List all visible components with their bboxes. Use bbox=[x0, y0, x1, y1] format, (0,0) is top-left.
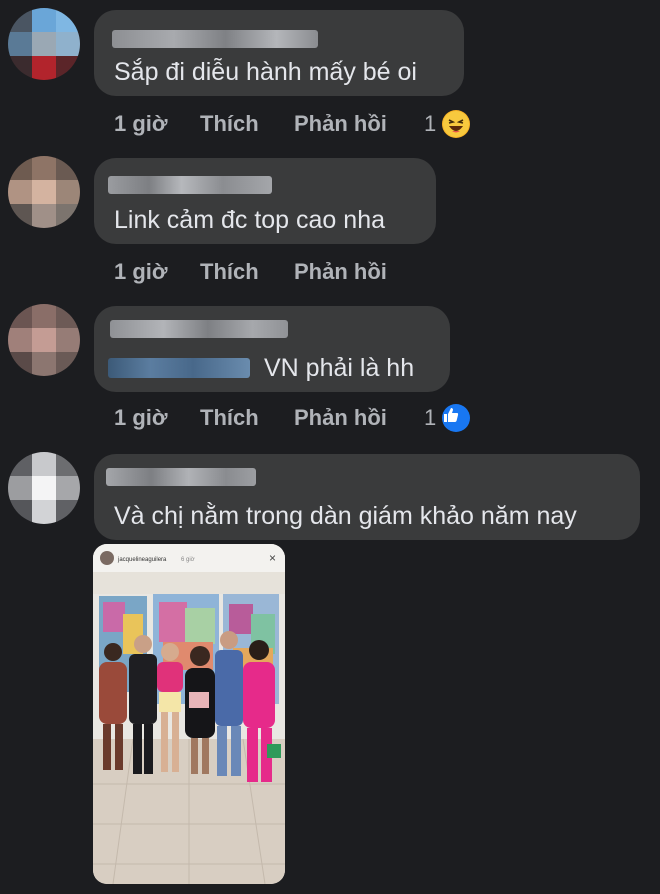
avatar[interactable] bbox=[8, 156, 80, 228]
svg-text:×: × bbox=[269, 551, 276, 565]
avatar[interactable] bbox=[8, 304, 80, 376]
comment-bubble: Và chị nằm trong dàn giám khảo năm nay bbox=[94, 454, 640, 540]
story-time: 6 giờ bbox=[181, 557, 195, 563]
like-button[interactable]: Thích bbox=[200, 259, 294, 285]
comment-text: Link cảm đc top cao nha bbox=[114, 206, 385, 234]
comment-actions: 1 giờ Thích Phản hồi bbox=[114, 256, 424, 288]
avatar[interactable] bbox=[8, 8, 80, 80]
comment-bubble: VN phải là hh bbox=[94, 306, 450, 392]
comment-time[interactable]: 1 giờ bbox=[114, 259, 200, 285]
comment-text: Và chị nằm trong dàn giám khảo năm nay bbox=[114, 502, 577, 530]
comment-bubble: Link cảm đc top cao nha bbox=[94, 158, 436, 244]
commenter-name-blurred[interactable] bbox=[108, 176, 272, 194]
reaction-count[interactable]: 1 bbox=[424, 405, 436, 431]
comment-time[interactable]: 1 giờ bbox=[114, 111, 200, 137]
comment-time[interactable]: 1 giờ bbox=[114, 405, 200, 431]
like-reaction-icon[interactable] bbox=[442, 404, 471, 432]
mention-blurred[interactable] bbox=[108, 358, 250, 378]
reply-button[interactable]: Phản hồi bbox=[294, 111, 424, 137]
comment-actions: 1 giờ Thích Phản hồi 1 bbox=[114, 402, 471, 434]
story-username: jacquelineaguilera bbox=[117, 557, 167, 563]
reaction-count[interactable]: 1 bbox=[424, 111, 436, 137]
avatar[interactable] bbox=[8, 452, 80, 524]
comment-bubble: Sắp đi diễu hành mấy bé oi bbox=[94, 10, 464, 96]
like-button[interactable]: Thích bbox=[200, 405, 294, 431]
commenter-name-blurred[interactable] bbox=[106, 468, 256, 486]
story-avatar-icon bbox=[100, 551, 114, 565]
comment-text: VN phải là hh bbox=[264, 354, 415, 382]
comment-actions: 1 giờ Thích Phản hồi 1 bbox=[114, 108, 471, 140]
comment-text: Sắp đi diễu hành mấy bé oi bbox=[114, 58, 417, 86]
haha-reaction-icon[interactable] bbox=[442, 110, 471, 138]
reply-button[interactable]: Phản hồi bbox=[294, 259, 424, 285]
commenter-name-blurred[interactable] bbox=[110, 320, 288, 338]
reply-button[interactable]: Phản hồi bbox=[294, 405, 424, 431]
like-button[interactable]: Thích bbox=[200, 111, 294, 137]
attached-story-photo[interactable]: jacquelineaguilera 6 giờ × bbox=[93, 544, 285, 884]
commenter-name-blurred[interactable] bbox=[112, 30, 318, 48]
